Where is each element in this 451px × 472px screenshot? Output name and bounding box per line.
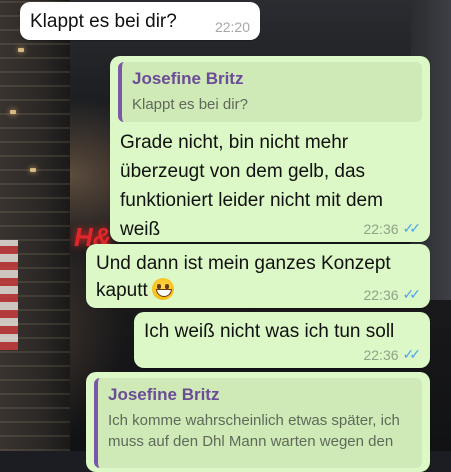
outgoing-message[interactable]: Josefine Britz Klappt es bei dir? Grade … — [110, 56, 430, 242]
outgoing-message[interactable]: Und dann ist mein ganzes Konzept kaputt … — [86, 244, 430, 308]
message-time: 22:36 — [363, 286, 399, 303]
wallpaper-light — [18, 48, 24, 52]
outgoing-message[interactable]: Josefine Britz Ich komme wahrscheinlich … — [86, 372, 430, 472]
quoted-text: Klappt es bei dir? — [132, 96, 248, 113]
message-meta: 22:36 ✓✓ — [363, 346, 422, 363]
message-meta: 22:20 — [215, 19, 250, 35]
wallpaper-light — [30, 168, 36, 172]
quoted-message[interactable]: Josefine Britz Klappt es bei dir? — [118, 62, 422, 122]
message-time: 22:20 — [214, 19, 250, 35]
incoming-message[interactable]: Klappt es bei dir? 22:20 — [20, 2, 260, 40]
message-meta: 22:36 ✓✓ — [363, 220, 422, 237]
double-check-icon: ✓✓ — [402, 220, 422, 236]
wallpaper-flag — [0, 240, 18, 350]
quoted-text: Ich komme wahrscheinlich etwas später, i… — [108, 412, 400, 450]
double-check-icon: ✓✓ — [402, 346, 422, 362]
double-check-icon: ✓✓ — [402, 286, 422, 302]
message-meta: 22:36 ✓✓ — [363, 286, 422, 303]
message-text-body: Und dann ist mein ganzes Konzept kaputt — [96, 253, 391, 301]
outgoing-message[interactable]: Ich weiß nicht was ich tun soll 22:36 ✓✓ — [134, 312, 430, 368]
message-text: Ich weiß nicht was ich tun soll — [144, 321, 395, 342]
wallpaper-building-left — [0, 0, 70, 451]
quoted-sender-name: Josefine Britz — [108, 385, 220, 404]
message-text: Und dann ist mein ganzes Konzept kaputt — [96, 250, 396, 304]
message-time: 22:36 — [363, 220, 399, 237]
message-time: 22:36 — [363, 346, 399, 363]
grinning-face-icon — [151, 278, 174, 300]
quoted-sender-name: Josefine Britz — [132, 69, 244, 88]
quoted-message[interactable]: Josefine Britz Ich komme wahrscheinlich … — [94, 378, 422, 468]
wallpaper-light — [10, 110, 16, 114]
